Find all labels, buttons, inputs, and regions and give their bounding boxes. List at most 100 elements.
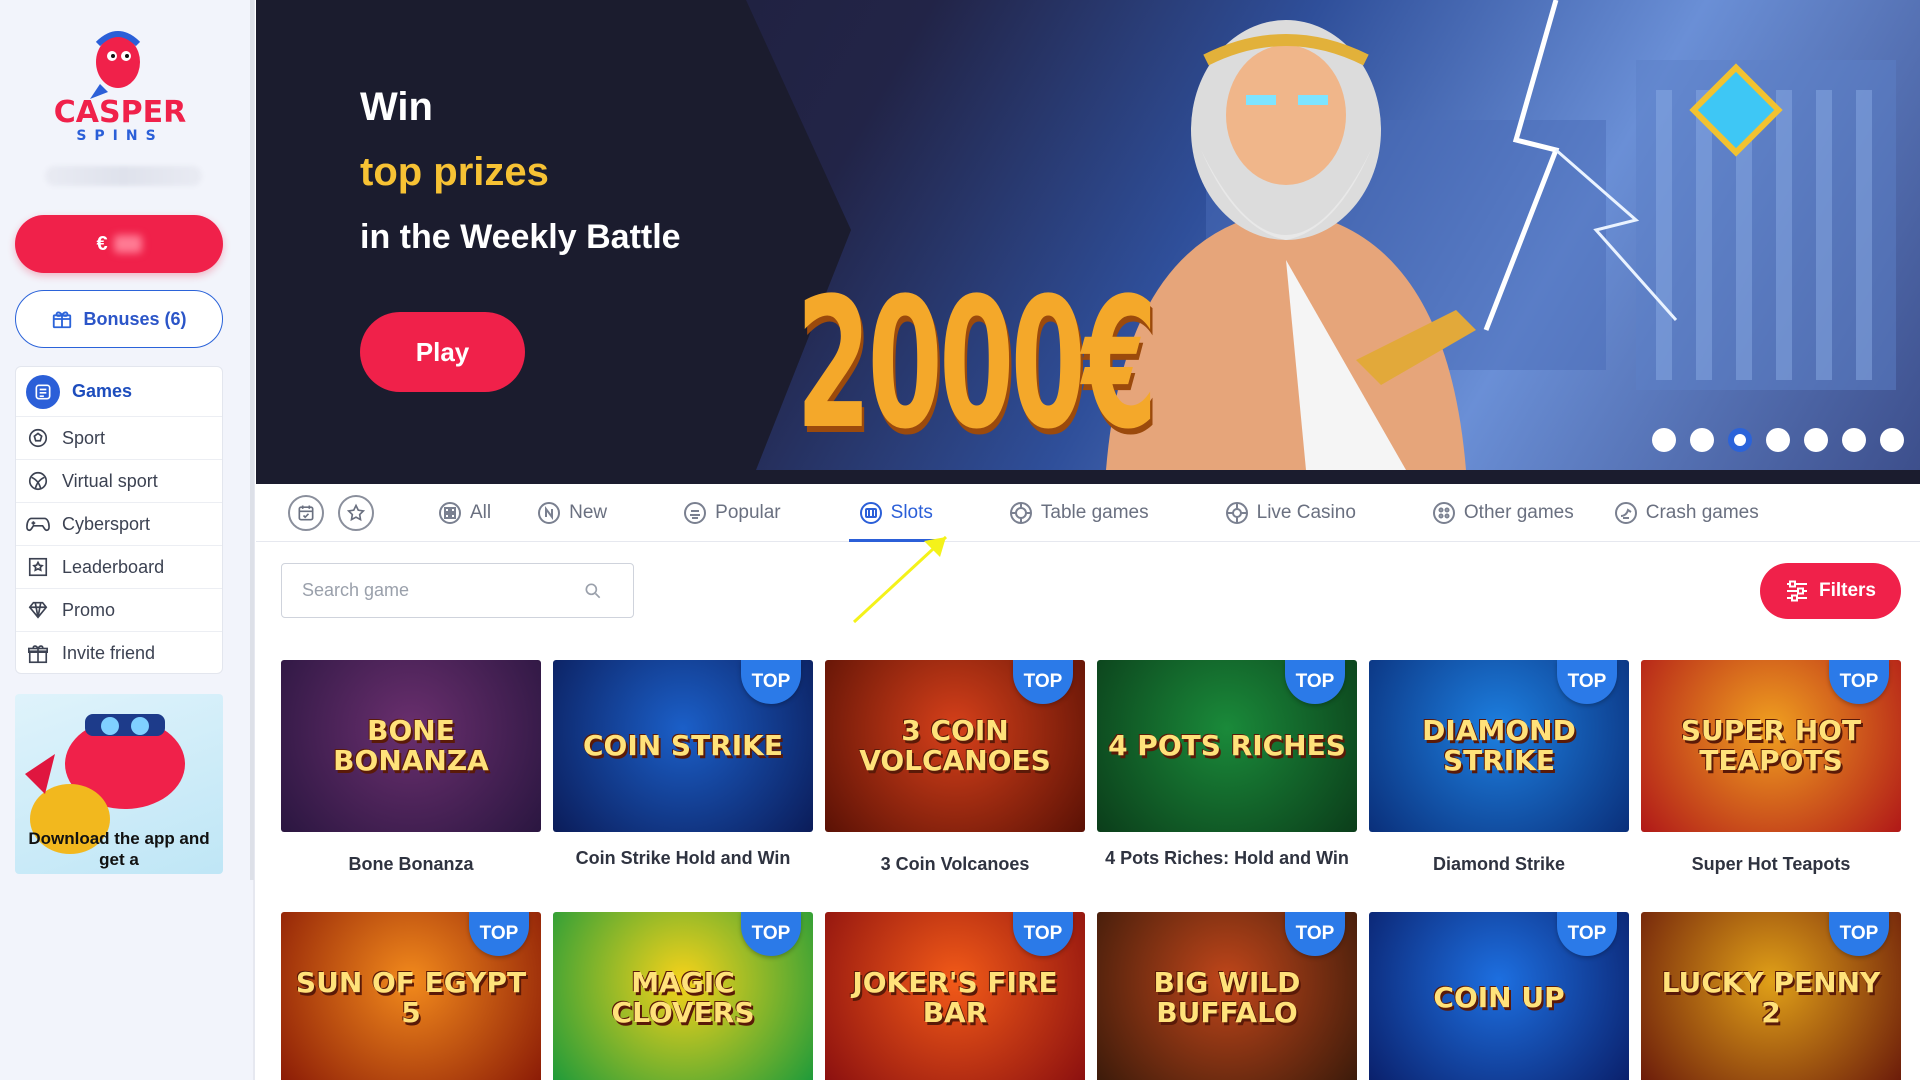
game-card[interactable]: 3 COIN VOLCANOES TOP 3 Coin Volcanoes — [825, 660, 1085, 875]
tab-live-casino[interactable]: Live Casino — [1225, 484, 1356, 542]
tab-label: New — [569, 501, 608, 523]
carousel-dot[interactable] — [1880, 428, 1904, 452]
tab-label: Crash games — [1645, 501, 1759, 523]
game-thumbnail[interactable]: SUN OF EGYPT 5 TOP — [281, 912, 541, 1080]
filters-button[interactable]: Filters — [1760, 563, 1901, 619]
game-logo-text: DIAMOND STRIKE — [1422, 714, 1576, 777]
sidebar-item-label: Games — [72, 381, 133, 401]
carousel-dot[interactable] — [1766, 428, 1790, 452]
promo-banner[interactable]: 2000€ Win top prizes in the Weekly Battl… — [256, 0, 1920, 470]
game-card[interactable]: DIAMOND STRIKE TOP Diamond Strike — [1369, 660, 1629, 875]
carousel-dot[interactable] — [1804, 428, 1828, 452]
top-badge: TOP — [1557, 660, 1617, 704]
tab-label: Popular — [715, 501, 781, 523]
game-card[interactable]: BIG WILD BUFFALO TOP — [1097, 912, 1357, 1080]
sidebar-scrollbar[interactable] — [250, 0, 254, 880]
new-icon — [538, 501, 561, 524]
sidebar-item-virtual-sport[interactable]: Virtual sport — [16, 460, 222, 503]
banner-bottom-bar — [256, 470, 1920, 484]
carousel-dot[interactable] — [1690, 428, 1714, 452]
virtual-sport-icon — [26, 469, 50, 493]
search-input[interactable] — [302, 580, 552, 601]
game-card[interactable]: COIN UP TOP — [1369, 912, 1629, 1080]
other-games-icon — [1432, 501, 1455, 524]
sidebar-item-games[interactable]: Games — [16, 367, 222, 417]
download-app-promo[interactable]: Download the app and get a — [15, 694, 223, 874]
bonuses-button[interactable]: Bonuses (6) — [15, 290, 223, 348]
top-badge: TOP — [1557, 912, 1617, 956]
game-title[interactable]: Super Hot Teapots — [1641, 854, 1901, 875]
game-logo-text: SUN OF EGYPT 5 — [295, 966, 527, 1029]
game-title[interactable]: 4 Pots Riches: Hold and Win — [1097, 848, 1357, 869]
game-logo-text: BIG WILD BUFFALO — [1153, 966, 1301, 1029]
tab-all[interactable]: All — [438, 484, 491, 542]
sidebar-item-promo[interactable]: Promo — [16, 589, 222, 632]
game-card[interactable]: 4 POTS RICHES TOP 4 Pots Riches: Hold and … — [1097, 660, 1357, 869]
game-logo-text: BONE BONANZA — [333, 714, 489, 777]
tab-table-games[interactable]: Table games — [1009, 484, 1149, 542]
game-card[interactable]: LUCKY PENNY 2 TOP — [1641, 912, 1901, 1080]
sidebar-item-label: Promo — [62, 599, 116, 620]
top-badge: TOP — [1013, 912, 1073, 956]
sidebar-item-cybersport[interactable]: Cybersport — [16, 503, 222, 546]
game-thumbnail[interactable]: JOKER'S FIRE BAR TOP — [825, 912, 1085, 1080]
tab-crash-games[interactable]: Crash games — [1614, 484, 1759, 542]
promo-text: Download the app and get a — [28, 829, 210, 869]
games-icon — [26, 374, 60, 409]
favorites-star-icon[interactable] — [338, 494, 374, 531]
top-badge: TOP — [741, 660, 801, 704]
sidebar-item-label: Sport — [62, 427, 106, 448]
top-badge: TOP — [1829, 660, 1889, 704]
game-thumbnail[interactable]: BONE BONANZA — [281, 660, 541, 832]
carousel-dot[interactable] — [1842, 428, 1866, 452]
game-title[interactable]: 3 Coin Volcanoes — [825, 854, 1085, 875]
tab-new[interactable]: New — [537, 484, 607, 542]
sidebar-item-sport[interactable]: Sport — [16, 417, 222, 460]
category-tabs: All New Popular Slots Table games Live C… — [256, 484, 1920, 542]
sidebar-item-label: Leaderboard — [62, 556, 165, 577]
top-badge: TOP — [1013, 660, 1073, 704]
game-thumbnail[interactable]: LUCKY PENNY 2 TOP — [1641, 912, 1901, 1080]
sidebar-item-leaderboard[interactable]: Leaderboard — [16, 546, 222, 589]
game-thumbnail[interactable]: 3 COIN VOLCANOES TOP — [825, 660, 1085, 832]
balance-button[interactable]: € — [15, 215, 223, 273]
calendar-icon[interactable] — [288, 494, 324, 531]
game-card[interactable]: JOKER'S FIRE BAR TOP — [825, 912, 1085, 1080]
game-logo-text: LUCKY PENNY 2 — [1661, 966, 1881, 1029]
search-icon[interactable] — [583, 581, 603, 601]
game-card[interactable]: SUPER HOT TEAPOTS TOP Super Hot Teapots — [1641, 660, 1901, 875]
game-thumbnail[interactable]: DIAMOND STRIKE TOP — [1369, 660, 1629, 832]
tab-popular[interactable]: Popular — [683, 484, 781, 542]
casper-spins-logo[interactable]: CASPER SPINS — [50, 14, 190, 144]
game-thumbnail[interactable]: 4 POTS RICHES TOP — [1097, 660, 1357, 832]
game-thumbnail[interactable]: BIG WILD BUFFALO TOP — [1097, 912, 1357, 1080]
grid-icon — [439, 501, 461, 524]
carousel-dot[interactable] — [1652, 428, 1676, 452]
search-box[interactable] — [281, 563, 634, 618]
game-thumbnail[interactable]: COIN UP TOP — [1369, 912, 1629, 1080]
game-title[interactable]: Bone Bonanza — [281, 854, 541, 875]
username-blurred — [45, 166, 202, 186]
popular-icon — [684, 501, 707, 524]
game-card[interactable]: MAGIC CLOVERS TOP — [553, 912, 813, 1080]
bonuses-label: Bonuses (6) — [83, 308, 187, 329]
sidebar-item-label: Virtual sport — [62, 470, 158, 491]
play-button[interactable]: Play — [360, 312, 525, 392]
game-title[interactable]: Diamond Strike — [1369, 854, 1629, 875]
game-thumbnail[interactable]: MAGIC CLOVERS TOP — [553, 912, 813, 1080]
sidebar-item-invite-friend[interactable]: Invite friend — [16, 632, 222, 675]
top-badge: TOP — [469, 912, 529, 956]
banner-highlight: top prizes — [360, 150, 549, 194]
game-card[interactable]: SUN OF EGYPT 5 TOP — [281, 912, 541, 1080]
game-thumbnail[interactable]: COIN STRIKE TOP — [553, 660, 813, 832]
game-card[interactable]: COIN STRIKE TOP Coin Strike Hold and Win — [553, 660, 813, 869]
game-card[interactable]: BONE BONANZA Bone Bonanza — [281, 660, 541, 875]
top-badge: TOP — [741, 912, 801, 956]
tab-other-games[interactable]: Other games — [1432, 484, 1574, 542]
top-badge: TOP — [1285, 912, 1345, 956]
carousel-dot-active[interactable] — [1728, 428, 1752, 452]
tab-label: Table games — [1040, 501, 1149, 523]
game-thumbnail[interactable]: SUPER HOT TEAPOTS TOP — [1641, 660, 1901, 832]
game-title[interactable]: Coin Strike Hold and Win — [553, 848, 813, 869]
game-logo-text: 3 COIN VOLCANOES — [859, 714, 1051, 777]
